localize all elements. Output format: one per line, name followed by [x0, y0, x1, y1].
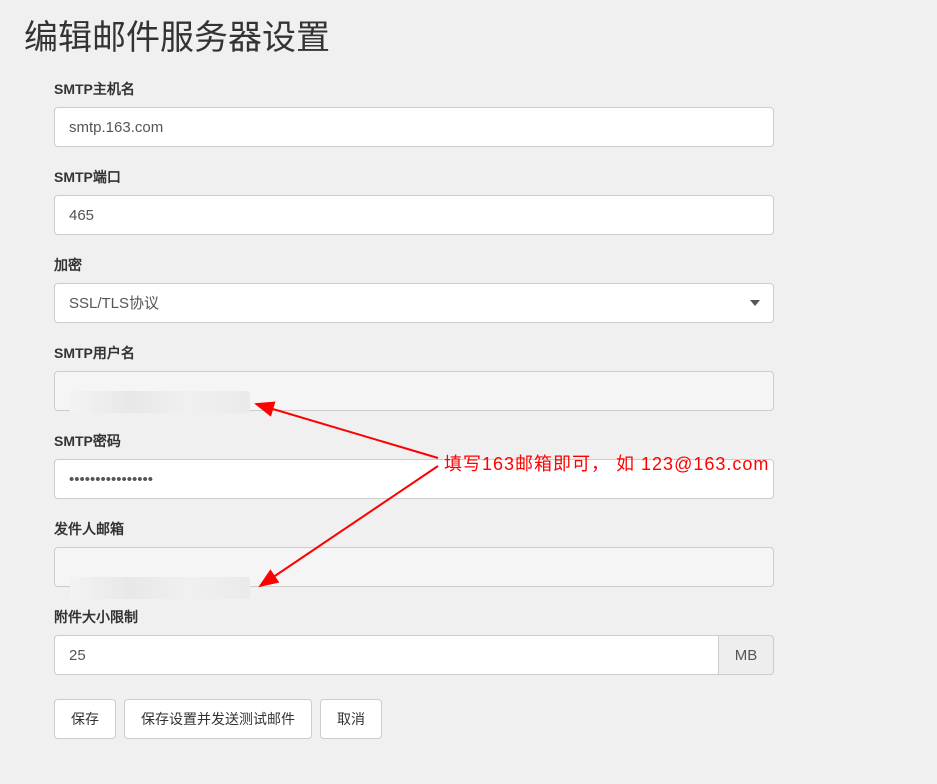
redacted-sender-overlay — [70, 577, 250, 599]
annotation-text: 填写163邮箱即可， 如 123@163.com — [444, 450, 769, 476]
attachment-limit-input-group: MB — [54, 635, 774, 675]
attachment-limit-suffix: MB — [718, 635, 774, 675]
encryption-select-wrapper: SSL/TLS协议 — [54, 283, 774, 323]
smtp-port-label: SMTP端口 — [54, 167, 917, 187]
encryption-select[interactable]: SSL/TLS协议 — [54, 283, 774, 323]
smtp-password-label: SMTP密码 — [54, 431, 917, 451]
save-test-button[interactable]: 保存设置并发送测试邮件 — [124, 699, 312, 739]
smtp-port-input[interactable] — [54, 195, 774, 235]
cancel-button[interactable]: 取消 — [320, 699, 382, 739]
encryption-label: 加密 — [54, 255, 917, 275]
attachment-limit-group: 附件大小限制 MB — [54, 607, 917, 675]
attachment-limit-label: 附件大小限制 — [54, 607, 917, 627]
smtp-host-label: SMTP主机名 — [54, 79, 917, 99]
save-button[interactable]: 保存 — [54, 699, 116, 739]
encryption-group: 加密 SSL/TLS协议 — [54, 255, 917, 323]
smtp-host-input[interactable] — [54, 107, 774, 147]
button-row: 保存 保存设置并发送测试邮件 取消 — [54, 699, 917, 739]
redacted-username-overlay — [70, 391, 250, 413]
page-title: 编辑邮件服务器设置 — [20, 0, 917, 79]
sender-email-label: 发件人邮箱 — [54, 519, 917, 539]
smtp-port-group: SMTP端口 — [54, 167, 917, 235]
attachment-limit-input[interactable] — [54, 635, 718, 675]
smtp-username-label: SMTP用户名 — [54, 343, 917, 363]
smtp-host-group: SMTP主机名 — [54, 79, 917, 147]
